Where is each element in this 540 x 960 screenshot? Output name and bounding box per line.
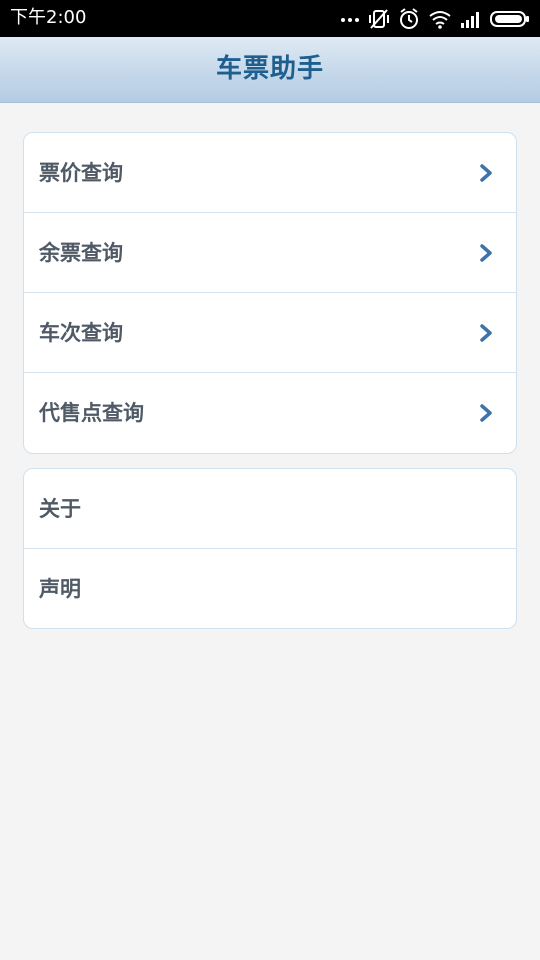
menu-item-remaining-tickets[interactable]: 余票查询	[24, 213, 516, 293]
menu-item-label: 余票查询	[39, 241, 123, 265]
chevron-right-icon	[480, 324, 492, 342]
menu-item-label: 车次查询	[39, 321, 123, 345]
chevron-right-icon	[480, 244, 492, 262]
menu-item-label: 声明	[39, 577, 81, 601]
query-menu: 票价查询 余票查询 车次查询 代售点查询	[23, 132, 517, 454]
wifi-icon	[428, 9, 452, 29]
vibrate-off-icon	[368, 8, 390, 30]
menu-item-label: 代售点查询	[39, 401, 144, 425]
app-header: 车票助手	[0, 37, 540, 103]
menu-item-fare-query[interactable]: 票价查询	[24, 133, 516, 213]
alarm-clock-icon	[398, 8, 420, 30]
chevron-right-icon	[480, 404, 492, 422]
chevron-right-icon	[480, 164, 492, 182]
battery-icon	[490, 10, 530, 28]
menu-item-train-query[interactable]: 车次查询	[24, 293, 516, 373]
info-menu: 关于 声明	[23, 468, 517, 629]
menu-item-label: 票价查询	[39, 161, 123, 185]
menu-item-label: 关于	[39, 497, 81, 521]
status-time: 下午2:00	[10, 7, 87, 28]
menu-item-statement[interactable]: 声明	[24, 549, 516, 628]
menu-item-agency-query[interactable]: 代售点查询	[24, 373, 516, 453]
status-bar: 下午2:00	[0, 0, 540, 37]
more-dots-icon	[340, 15, 360, 23]
menu-item-about[interactable]: 关于	[24, 469, 516, 549]
signal-icon	[460, 10, 482, 28]
page-title: 车票助手	[215, 54, 324, 84]
status-icons	[340, 6, 530, 32]
